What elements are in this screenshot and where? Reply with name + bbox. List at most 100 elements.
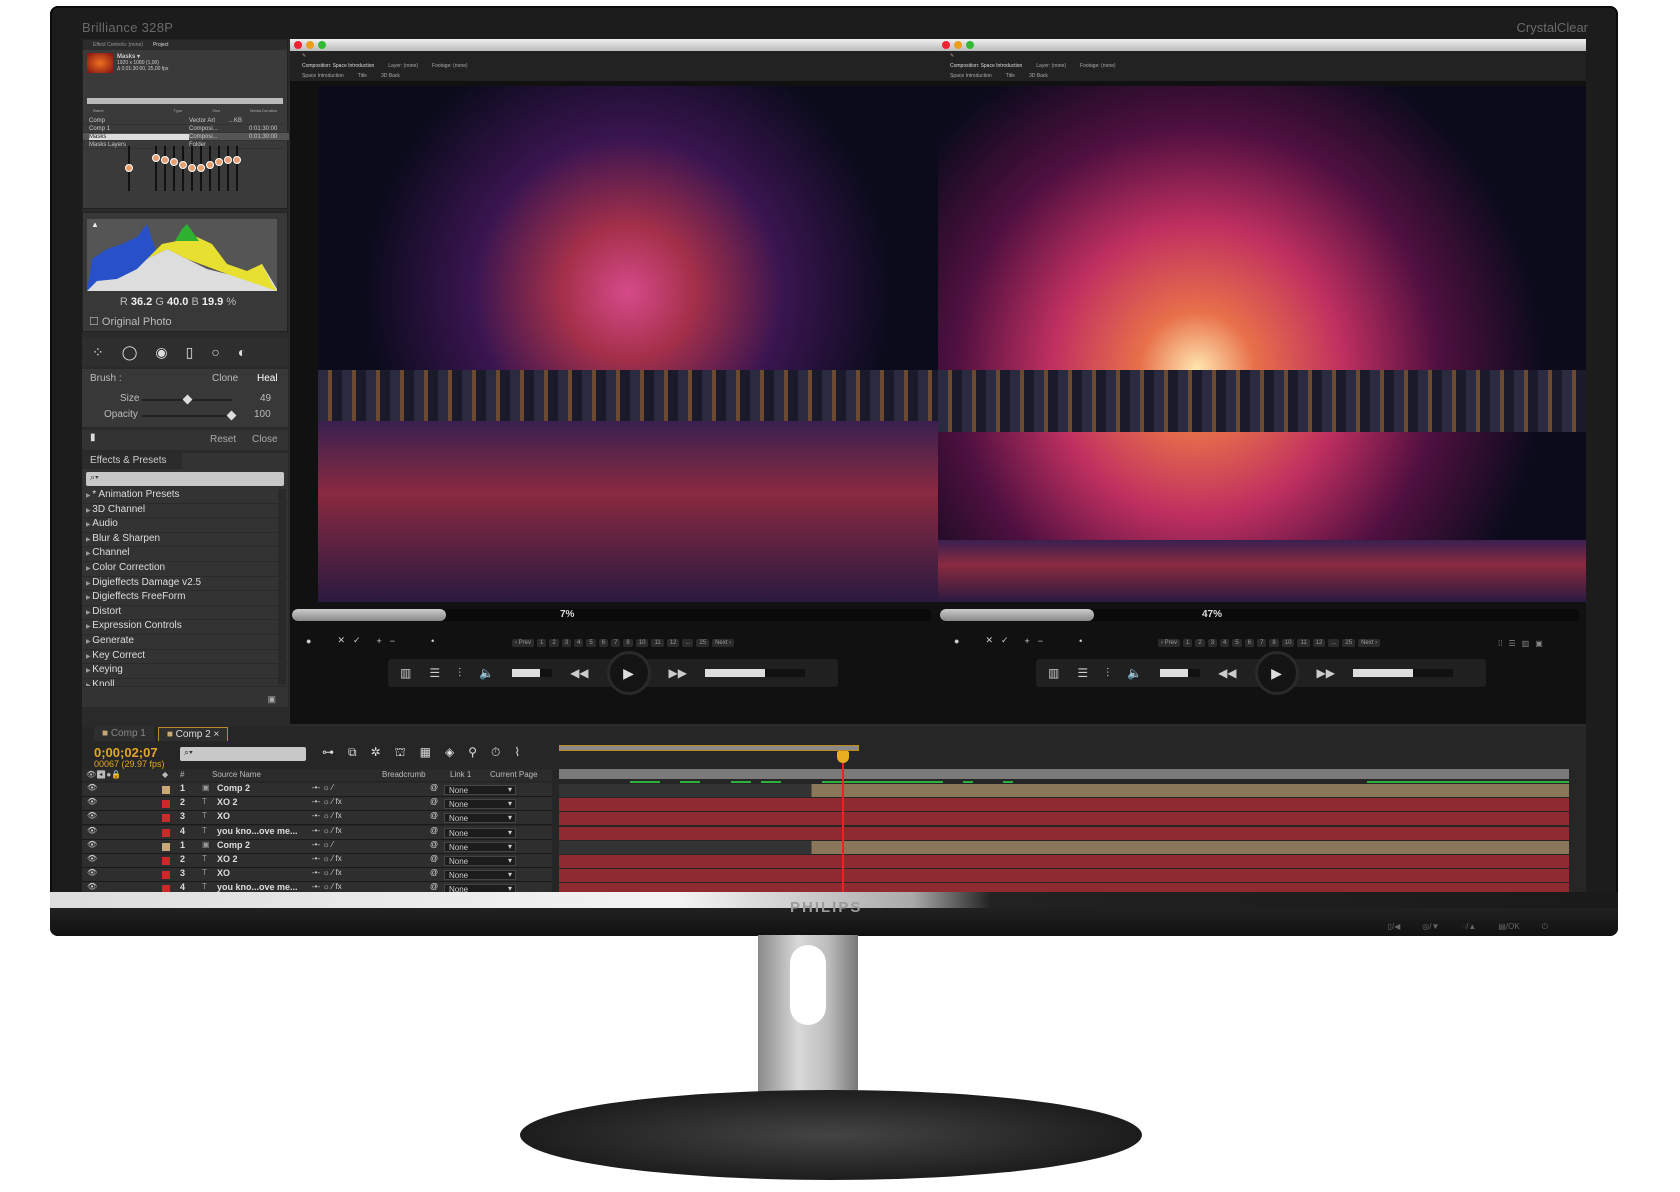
project-search-input[interactable] [87,98,283,104]
play-button[interactable]: ▶ [1254,651,1299,695]
tab-footage[interactable]: Footage: (none) [432,63,468,69]
visibility-eye-icon[interactable]: 👁 [87,840,97,849]
prev-page-button[interactable]: ‹ Prev [1158,639,1181,647]
tab-comp-2[interactable]: ■ Comp 2 × [157,727,229,741]
effects-item[interactable]: Keying [82,664,288,679]
crumb[interactable]: 3D Back [1029,73,1048,79]
layer-duration-bar[interactable] [559,840,1569,854]
columns-view-icon[interactable]: ▥ [1522,639,1530,648]
toggle-icon[interactable]: ▮ [90,432,96,443]
effects-item[interactable]: Digieffects FreeForm [82,591,288,606]
new-folder-icon[interactable]: ▣ [267,694,276,705]
visibility-eye-icon[interactable]: 👁 [87,826,97,835]
page-button[interactable]: 10 [1281,639,1295,647]
grid-view-icon[interactable]: ⁞⁞ [1498,639,1502,648]
tab-layer[interactable]: Layer: (none) [388,63,418,69]
crumb[interactable]: Space Introduction [950,73,992,79]
effects-item[interactable]: Expression Controls [82,620,288,635]
shy-layers-icon[interactable]: ✲ [371,745,381,761]
opacity-slider-knob[interactable] [226,410,237,421]
col-size[interactable]: Size [212,108,220,116]
effects-item[interactable]: Generate [82,635,288,650]
layer-label-color[interactable] [162,842,170,851]
tab-composition[interactable]: Composition: Space Introduction [950,63,1022,69]
effects-item[interactable]: Blur & Sharpen [82,533,288,548]
add-icon[interactable]: + [1025,636,1030,646]
layer-name[interactable]: XO [217,811,230,821]
cover-view-icon[interactable]: ▣ [1535,639,1543,648]
page-button[interactable]: 7 [611,639,621,647]
list-view-icon[interactable]: ☰ [429,666,440,680]
layer-label-color[interactable] [162,828,170,837]
adjustment-brush-icon[interactable]: ◐ [238,344,246,360]
graduated-filter-icon[interactable]: ▯ [186,344,194,361]
effects-item[interactable]: Channel [82,547,288,562]
zoom-window-button[interactable] [318,41,326,49]
effects-item[interactable]: Color Correction [82,562,288,577]
col-type[interactable]: Type [174,108,183,116]
layer-label-color[interactable] [162,800,170,809]
layer-duration-bar[interactable] [559,883,1569,892]
layer-label-color[interactable] [162,857,170,865]
page-button[interactable]: 11 [651,639,664,647]
effects-item[interactable]: * Animation Presets [82,489,288,504]
fast-forward-button[interactable]: ▶▶ [669,666,687,680]
zoom-window-button[interactable] [966,41,974,49]
play-button[interactable]: ▶ [606,651,651,695]
effects-scrollbar[interactable] [278,489,286,685]
pickwhip-icon[interactable]: @ [430,868,438,877]
visibility-eye-icon[interactable]: 👁 [87,797,97,806]
size-slider-knob[interactable] [182,394,193,405]
parent-select[interactable]: None [444,827,516,838]
remove-icon[interactable]: − [390,636,395,646]
effects-item[interactable]: Audio [82,518,288,533]
visibility-eye-icon[interactable]: 👁 [87,868,97,877]
tab-footage[interactable]: Footage: (none) [1080,63,1116,69]
layer-row[interactable]: 👁 2 T XO 2 -•- ☼ ⁄ fx @ None [82,854,552,868]
page-button[interactable]: 5 [586,639,596,647]
layer-row[interactable]: 👁 1 ▣ Comp 2 -•- ☼ ⁄ @ None [82,783,552,797]
effects-item[interactable]: Digieffects Damage v2.5 [82,577,288,592]
close-button[interactable]: Close [252,434,278,445]
parent-select[interactable]: None [444,841,516,852]
layer-label-color[interactable] [162,871,170,880]
layer-name[interactable]: XO 2 [217,797,238,807]
effects-item[interactable]: Key Correct [82,650,288,665]
parent-select[interactable]: None [444,785,516,795]
visibility-eye-icon[interactable]: 👁 [87,783,97,792]
layer-duration-bar[interactable] [559,826,1569,840]
layer-row[interactable]: 👁 2 T XO 2 -•- ☼ ⁄ fx @ None [82,797,552,812]
tab-effects-presets[interactable]: Effects & Presets [82,453,182,469]
col-link[interactable]: Link 1 [450,770,471,779]
parent-select[interactable]: None [444,870,516,881]
parent-select[interactable]: None [444,799,516,810]
page-button[interactable]: 25 [696,639,710,647]
pickwhip-icon[interactable]: @ [430,854,438,863]
effects-item[interactable]: 3D Channel [82,504,288,519]
layer-switches[interactable]: -•- ☼ ⁄ fx [312,797,342,806]
page-button[interactable]: 8 [1269,639,1279,647]
prev-page-button[interactable]: ‹ Prev [512,639,535,647]
page-button[interactable]: 2 [1195,639,1205,647]
layer-switches[interactable]: -•- ☼ ⁄ fx [312,811,342,820]
reset-button[interactable]: Reset [210,434,236,445]
draft-3d-icon[interactable]: ⧉ [348,745,357,761]
page-button[interactable]: 12 [1312,639,1326,647]
pickwhip-icon[interactable]: @ [430,882,438,891]
brainstorm-icon[interactable]: ◈ [445,745,454,761]
project-row[interactable]: Comp 1 Composi... 0:01:30:00 [83,125,289,133]
layer-label-color[interactable] [162,786,170,794]
page-button[interactable]: 3 [1207,639,1218,647]
remove-icon[interactable]: − [1038,636,1043,646]
radio-dot[interactable]: • [1079,636,1082,646]
pickwhip-icon[interactable]: @ [430,783,438,792]
col-source-name[interactable]: Source Name [212,770,261,779]
time-navigator[interactable] [559,745,859,751]
page-button[interactable]: 6 [598,639,609,647]
composition-flowchart-icon[interactable]: ⊶ [322,745,334,761]
page-button[interactable]: 3 [561,639,572,647]
parent-select[interactable]: None [444,884,516,892]
pickwhip-icon[interactable]: @ [430,840,438,849]
page-button[interactable]: 1 [1183,639,1193,647]
graph-editor-icon[interactable]: ⌇ [514,745,520,761]
